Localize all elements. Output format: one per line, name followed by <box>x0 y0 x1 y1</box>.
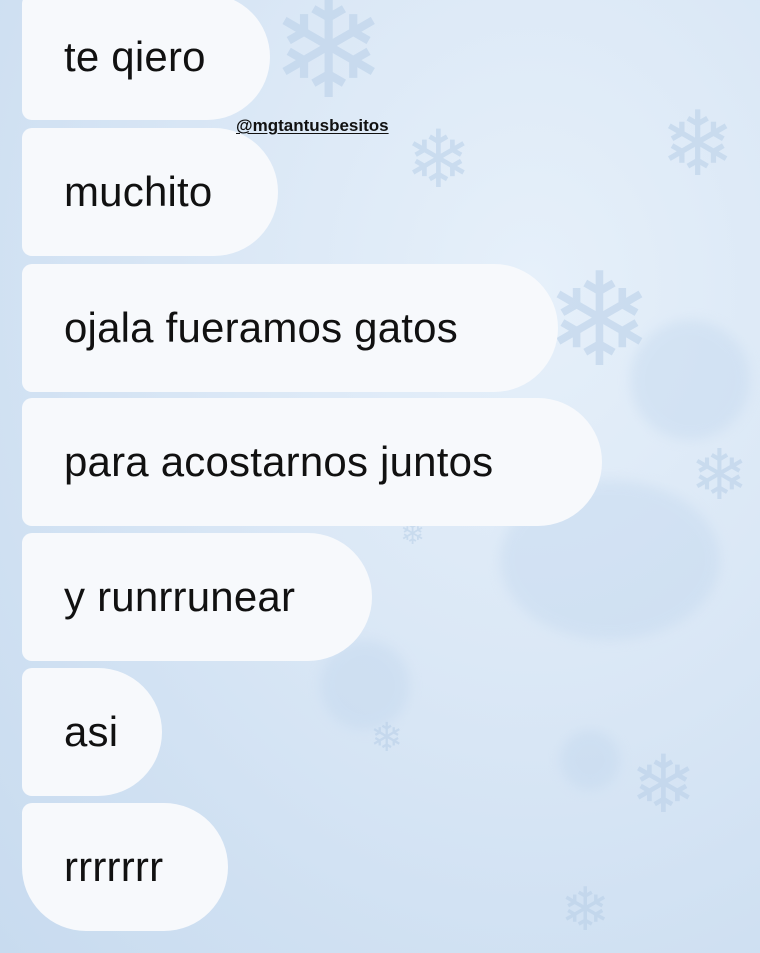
message-bubble[interactable]: muchito <box>22 128 278 256</box>
mention-sticker[interactable]: @mgtantusbesitos <box>236 116 389 136</box>
message-bubble[interactable]: asi <box>22 668 162 796</box>
message-bubble[interactable]: y runrrunear <box>22 533 372 661</box>
message-text: rrrrrrr <box>64 843 164 890</box>
message-thread: te qiero muchito ojala fueramos gatos pa… <box>0 0 760 953</box>
message-text: ojala fueramos gatos <box>64 304 458 351</box>
message-text: y runrrunear <box>64 573 296 620</box>
message-bubble[interactable]: te qiero <box>22 0 270 120</box>
message-text: para acostarnos juntos <box>64 438 494 485</box>
message-bubble[interactable]: rrrrrrr <box>22 803 228 931</box>
message-text: te qiero <box>64 33 206 80</box>
message-text: muchito <box>64 168 213 215</box>
message-bubble[interactable]: ojala fueramos gatos <box>22 264 558 392</box>
message-bubble[interactable]: para acostarnos juntos <box>22 398 602 526</box>
message-text: asi <box>64 708 119 755</box>
